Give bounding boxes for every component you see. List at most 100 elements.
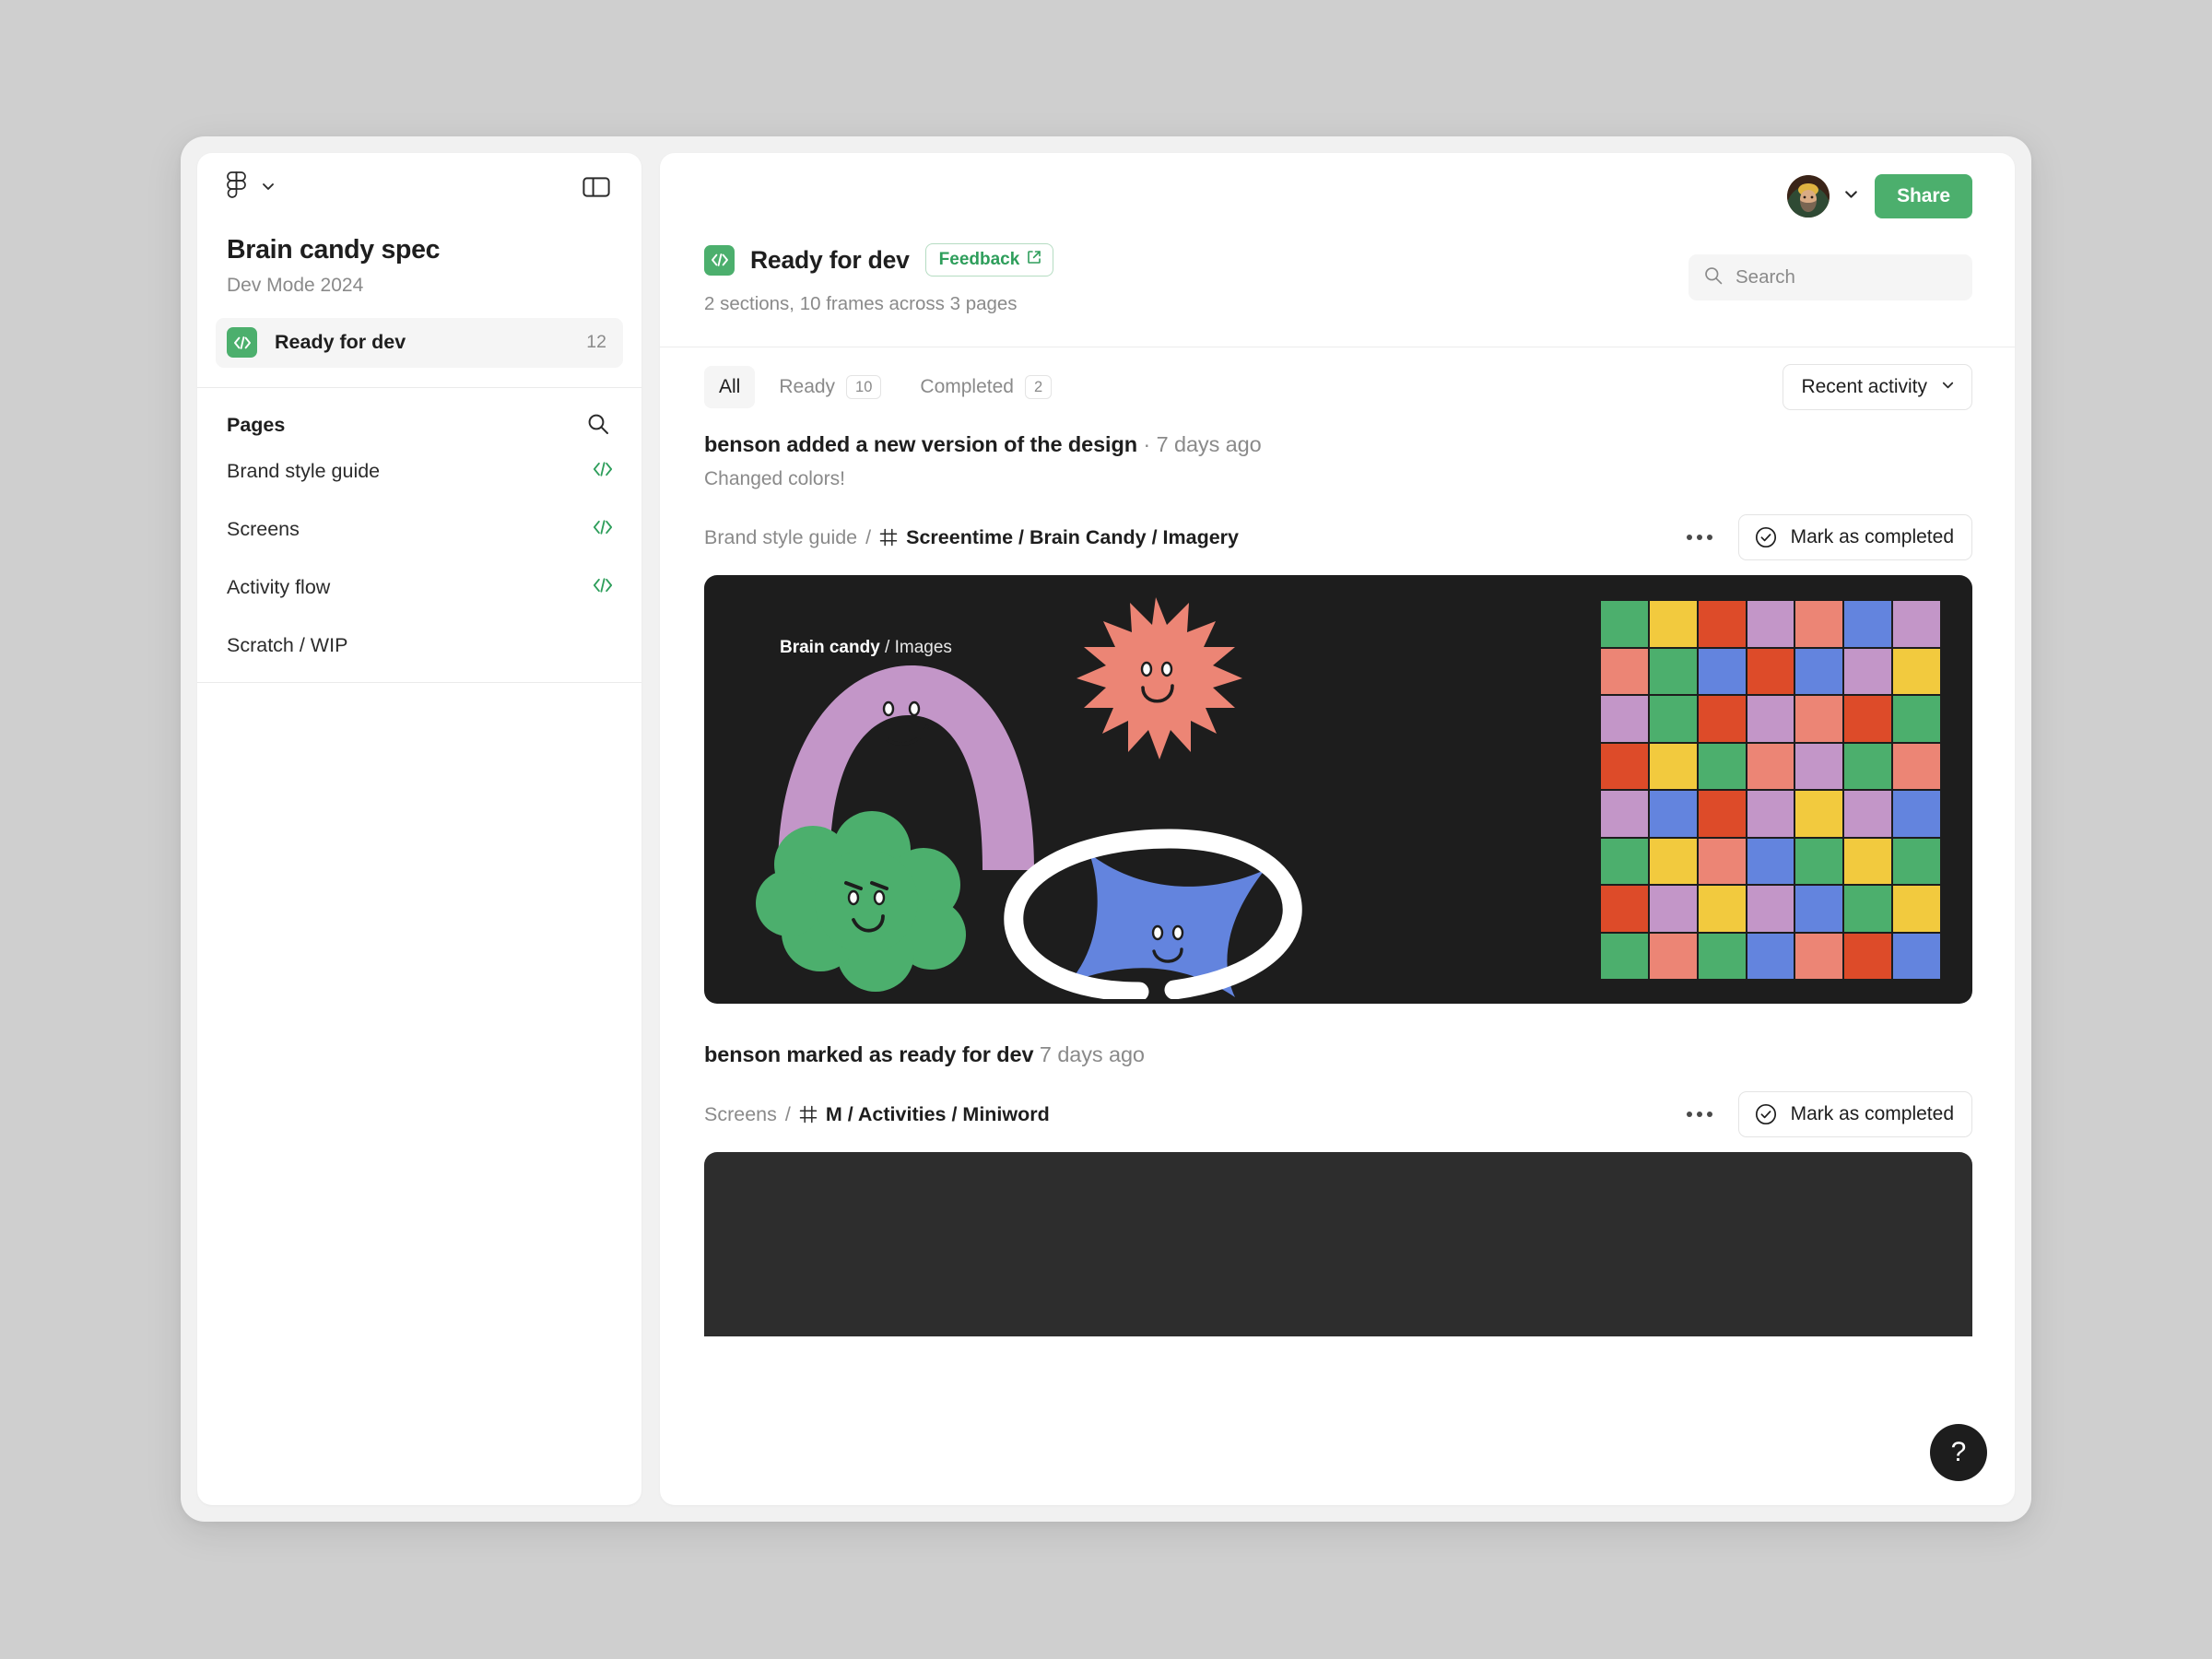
check-circle-icon <box>1754 1102 1778 1126</box>
code-brackets-icon <box>227 327 257 358</box>
color-swatch <box>1893 886 1940 932</box>
sidebar-ready-count: 12 <box>586 332 606 353</box>
search-input[interactable] <box>1735 266 1958 288</box>
artwork-label-bold: Brain candy <box>780 638 880 657</box>
color-swatch <box>1699 934 1746 980</box>
panel-toggle-icon[interactable] <box>579 171 614 206</box>
color-swatch <box>1699 839 1746 885</box>
color-swatch <box>1699 601 1746 647</box>
flower-character <box>756 811 966 992</box>
color-swatch <box>1844 934 1891 980</box>
search-icon[interactable] <box>582 408 614 442</box>
breadcrumb: Screens / M / Activities / Miniword <box>704 1103 1050 1126</box>
tab-all[interactable]: All <box>704 366 755 408</box>
sidebar-empty-area <box>197 683 641 1505</box>
color-swatch <box>1650 934 1697 980</box>
color-swatch <box>1893 791 1940 837</box>
mark-as-completed-button[interactable]: Mark as completed <box>1738 1091 1972 1137</box>
check-circle-icon <box>1754 525 1778 549</box>
color-swatch <box>1893 744 1940 790</box>
sidebar-item-ready-for-dev[interactable]: Ready for dev 12 <box>216 318 623 368</box>
breadcrumb-page[interactable]: Brand style guide <box>704 526 857 549</box>
more-horizontal-icon[interactable] <box>1681 527 1718 547</box>
breadcrumb-frame[interactable]: M / Activities / Miniword <box>826 1103 1050 1126</box>
main-panel: Share Ready for dev <box>660 153 2015 1505</box>
sidebar-ready-label: Ready for dev <box>275 331 586 354</box>
help-button[interactable]: ? <box>1930 1424 1987 1481</box>
color-swatch <box>1650 886 1697 932</box>
sidebar-page-item[interactable]: Activity flow <box>197 559 641 617</box>
color-swatch <box>1601 839 1648 885</box>
color-swatch <box>1893 601 1940 647</box>
color-swatch <box>1747 649 1794 695</box>
design-preview-thumbnail[interactable] <box>704 1152 1972 1336</box>
color-swatch <box>1747 886 1794 932</box>
file-info: Brain candy spec Dev Mode 2024 <box>197 223 641 298</box>
color-swatch <box>1795 601 1842 647</box>
mark-label: Mark as completed <box>1791 526 1954 548</box>
tab-completed[interactable]: Completed 2 <box>905 366 1066 408</box>
color-swatch <box>1747 744 1794 790</box>
color-swatch <box>1844 744 1891 790</box>
page-label: Activity flow <box>227 576 330 599</box>
breadcrumb-page[interactable]: Screens <box>704 1103 777 1126</box>
color-swatch <box>1650 649 1697 695</box>
feedback-label: Feedback <box>939 250 1020 270</box>
sort-label: Recent activity <box>1801 376 1927 398</box>
color-swatch <box>1747 839 1794 885</box>
frame-icon <box>799 1105 818 1124</box>
activity-headline: benson added a new version of the design… <box>704 432 1972 457</box>
avatar <box>1787 175 1830 218</box>
external-link-icon <box>1027 250 1041 270</box>
activity-headline: benson marked as ready for dev 7 days ag… <box>704 1042 1972 1067</box>
feedback-button[interactable]: Feedback <box>925 243 1054 276</box>
color-swatch <box>1844 791 1891 837</box>
chevron-down-icon <box>1940 376 1956 398</box>
color-swatch <box>1601 791 1648 837</box>
activity-actions: Mark as completed <box>1681 1091 1972 1137</box>
tab-ready[interactable]: Ready 10 <box>764 366 896 408</box>
content-meta: 2 sections, 10 frames across 3 pages <box>704 293 1053 315</box>
color-swatch <box>1650 696 1697 742</box>
sidebar-page-item[interactable]: Screens <box>197 500 641 559</box>
tab-label: Completed <box>920 376 1014 398</box>
share-button[interactable]: Share <box>1875 174 1972 218</box>
color-swatch <box>1893 649 1940 695</box>
design-preview-thumbnail[interactable]: Brain candy / Images <box>704 575 1972 1004</box>
sidebar-page-item[interactable]: Scratch / WIP <box>197 617 641 675</box>
content-heading-row: Ready for dev Feedback <box>704 240 1972 315</box>
color-swatch <box>1844 886 1891 932</box>
pages-header: Pages <box>197 388 641 442</box>
pages-title: Pages <box>227 414 285 437</box>
account-menu-button[interactable] <box>1787 175 1860 218</box>
color-swatch <box>1893 696 1940 742</box>
search-input-wrapper[interactable] <box>1688 254 1972 300</box>
color-swatch <box>1650 839 1697 885</box>
artwork-label: Brain candy / Images <box>780 638 952 658</box>
color-swatch <box>1699 791 1746 837</box>
figma-menu-button[interactable] <box>227 171 276 206</box>
color-swatch <box>1747 601 1794 647</box>
figma-logo-icon <box>227 171 247 206</box>
color-swatch <box>1699 696 1746 742</box>
sidebar: Brain candy spec Dev Mode 2024 Ready for… <box>197 153 641 1505</box>
chevron-down-icon <box>260 178 276 199</box>
sidebar-page-item[interactable]: Brand style guide <box>197 442 641 500</box>
page-title: Ready for dev <box>750 246 910 275</box>
color-swatch <box>1844 601 1891 647</box>
more-horizontal-icon[interactable] <box>1681 1104 1718 1124</box>
activity-separator: · <box>1137 432 1157 456</box>
mark-as-completed-button[interactable]: Mark as completed <box>1738 514 1972 560</box>
activity-item: benson marked as ready for dev 7 days ag… <box>704 1004 1972 1336</box>
frame-icon <box>879 528 898 547</box>
activity-headline-text: benson marked as ready for dev <box>704 1042 1033 1066</box>
color-swatch <box>1795 934 1842 980</box>
main-topbar: Share <box>660 153 2015 240</box>
file-title: Brain candy spec <box>227 234 612 267</box>
color-swatch <box>1601 696 1648 742</box>
color-swatch <box>1601 934 1648 980</box>
breadcrumb-frame[interactable]: Screentime / Brain Candy / Imagery <box>906 526 1239 549</box>
sort-dropdown[interactable]: Recent activity <box>1783 364 1972 410</box>
color-swatch <box>1795 649 1842 695</box>
code-brackets-icon <box>592 578 614 597</box>
